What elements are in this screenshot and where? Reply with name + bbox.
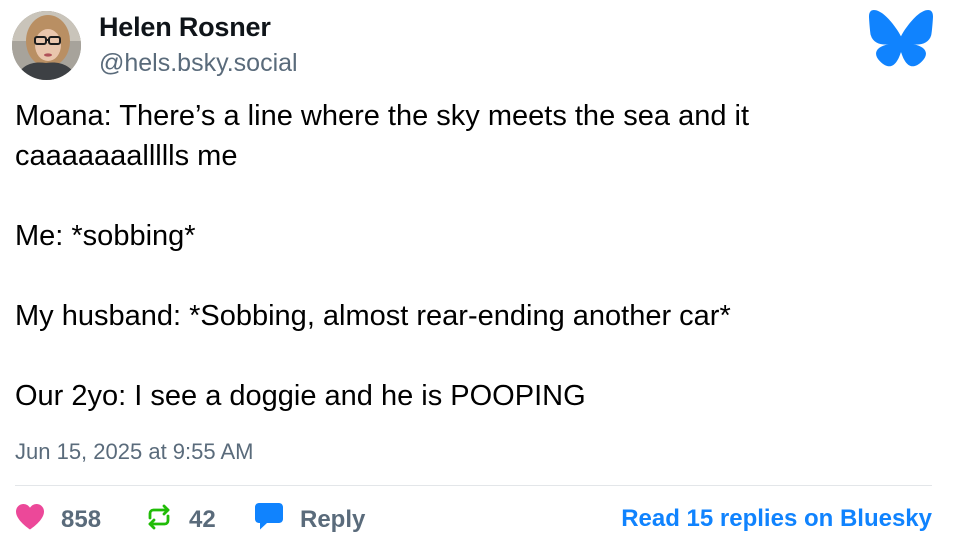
divider (15, 485, 932, 486)
post-embed-card: Helen Rosner @hels.bsky.social Moana: Th… (0, 0, 960, 550)
post-line: My husband: *Sobbing, almost rear-ending… (15, 300, 731, 332)
reply-label: Reply (300, 506, 366, 533)
like-button[interactable]: 858 (15, 502, 101, 538)
heart-icon (15, 503, 45, 537)
bluesky-butterfly-icon[interactable] (869, 10, 933, 67)
post-text: Moana: There’s a line where the sky meet… (15, 96, 915, 416)
reply-button[interactable]: Reply (254, 502, 365, 538)
repost-icon (145, 504, 173, 537)
speech-bubble-icon (254, 502, 284, 538)
author-name[interactable]: Helen Rosner (99, 12, 271, 43)
post-line: Me: *sobbing* (15, 220, 196, 252)
repost-count: 42 (189, 506, 216, 533)
post-line: caaaaaaallllls me (15, 140, 238, 172)
like-count: 858 (61, 506, 102, 533)
author-avatar[interactable] (12, 11, 81, 80)
post-line: Moana: There’s a line where the sky meet… (15, 100, 750, 132)
repost-button[interactable]: 42 (145, 502, 216, 538)
read-replies-link[interactable]: Read 15 replies on Bluesky (621, 505, 932, 533)
post-line: Our 2yo: I see a doggie and he is POOPIN… (15, 380, 586, 412)
post-timestamp[interactable]: Jun 15, 2025 at 9:55 AM (15, 439, 254, 465)
author-handle[interactable]: @hels.bsky.social (99, 49, 298, 78)
